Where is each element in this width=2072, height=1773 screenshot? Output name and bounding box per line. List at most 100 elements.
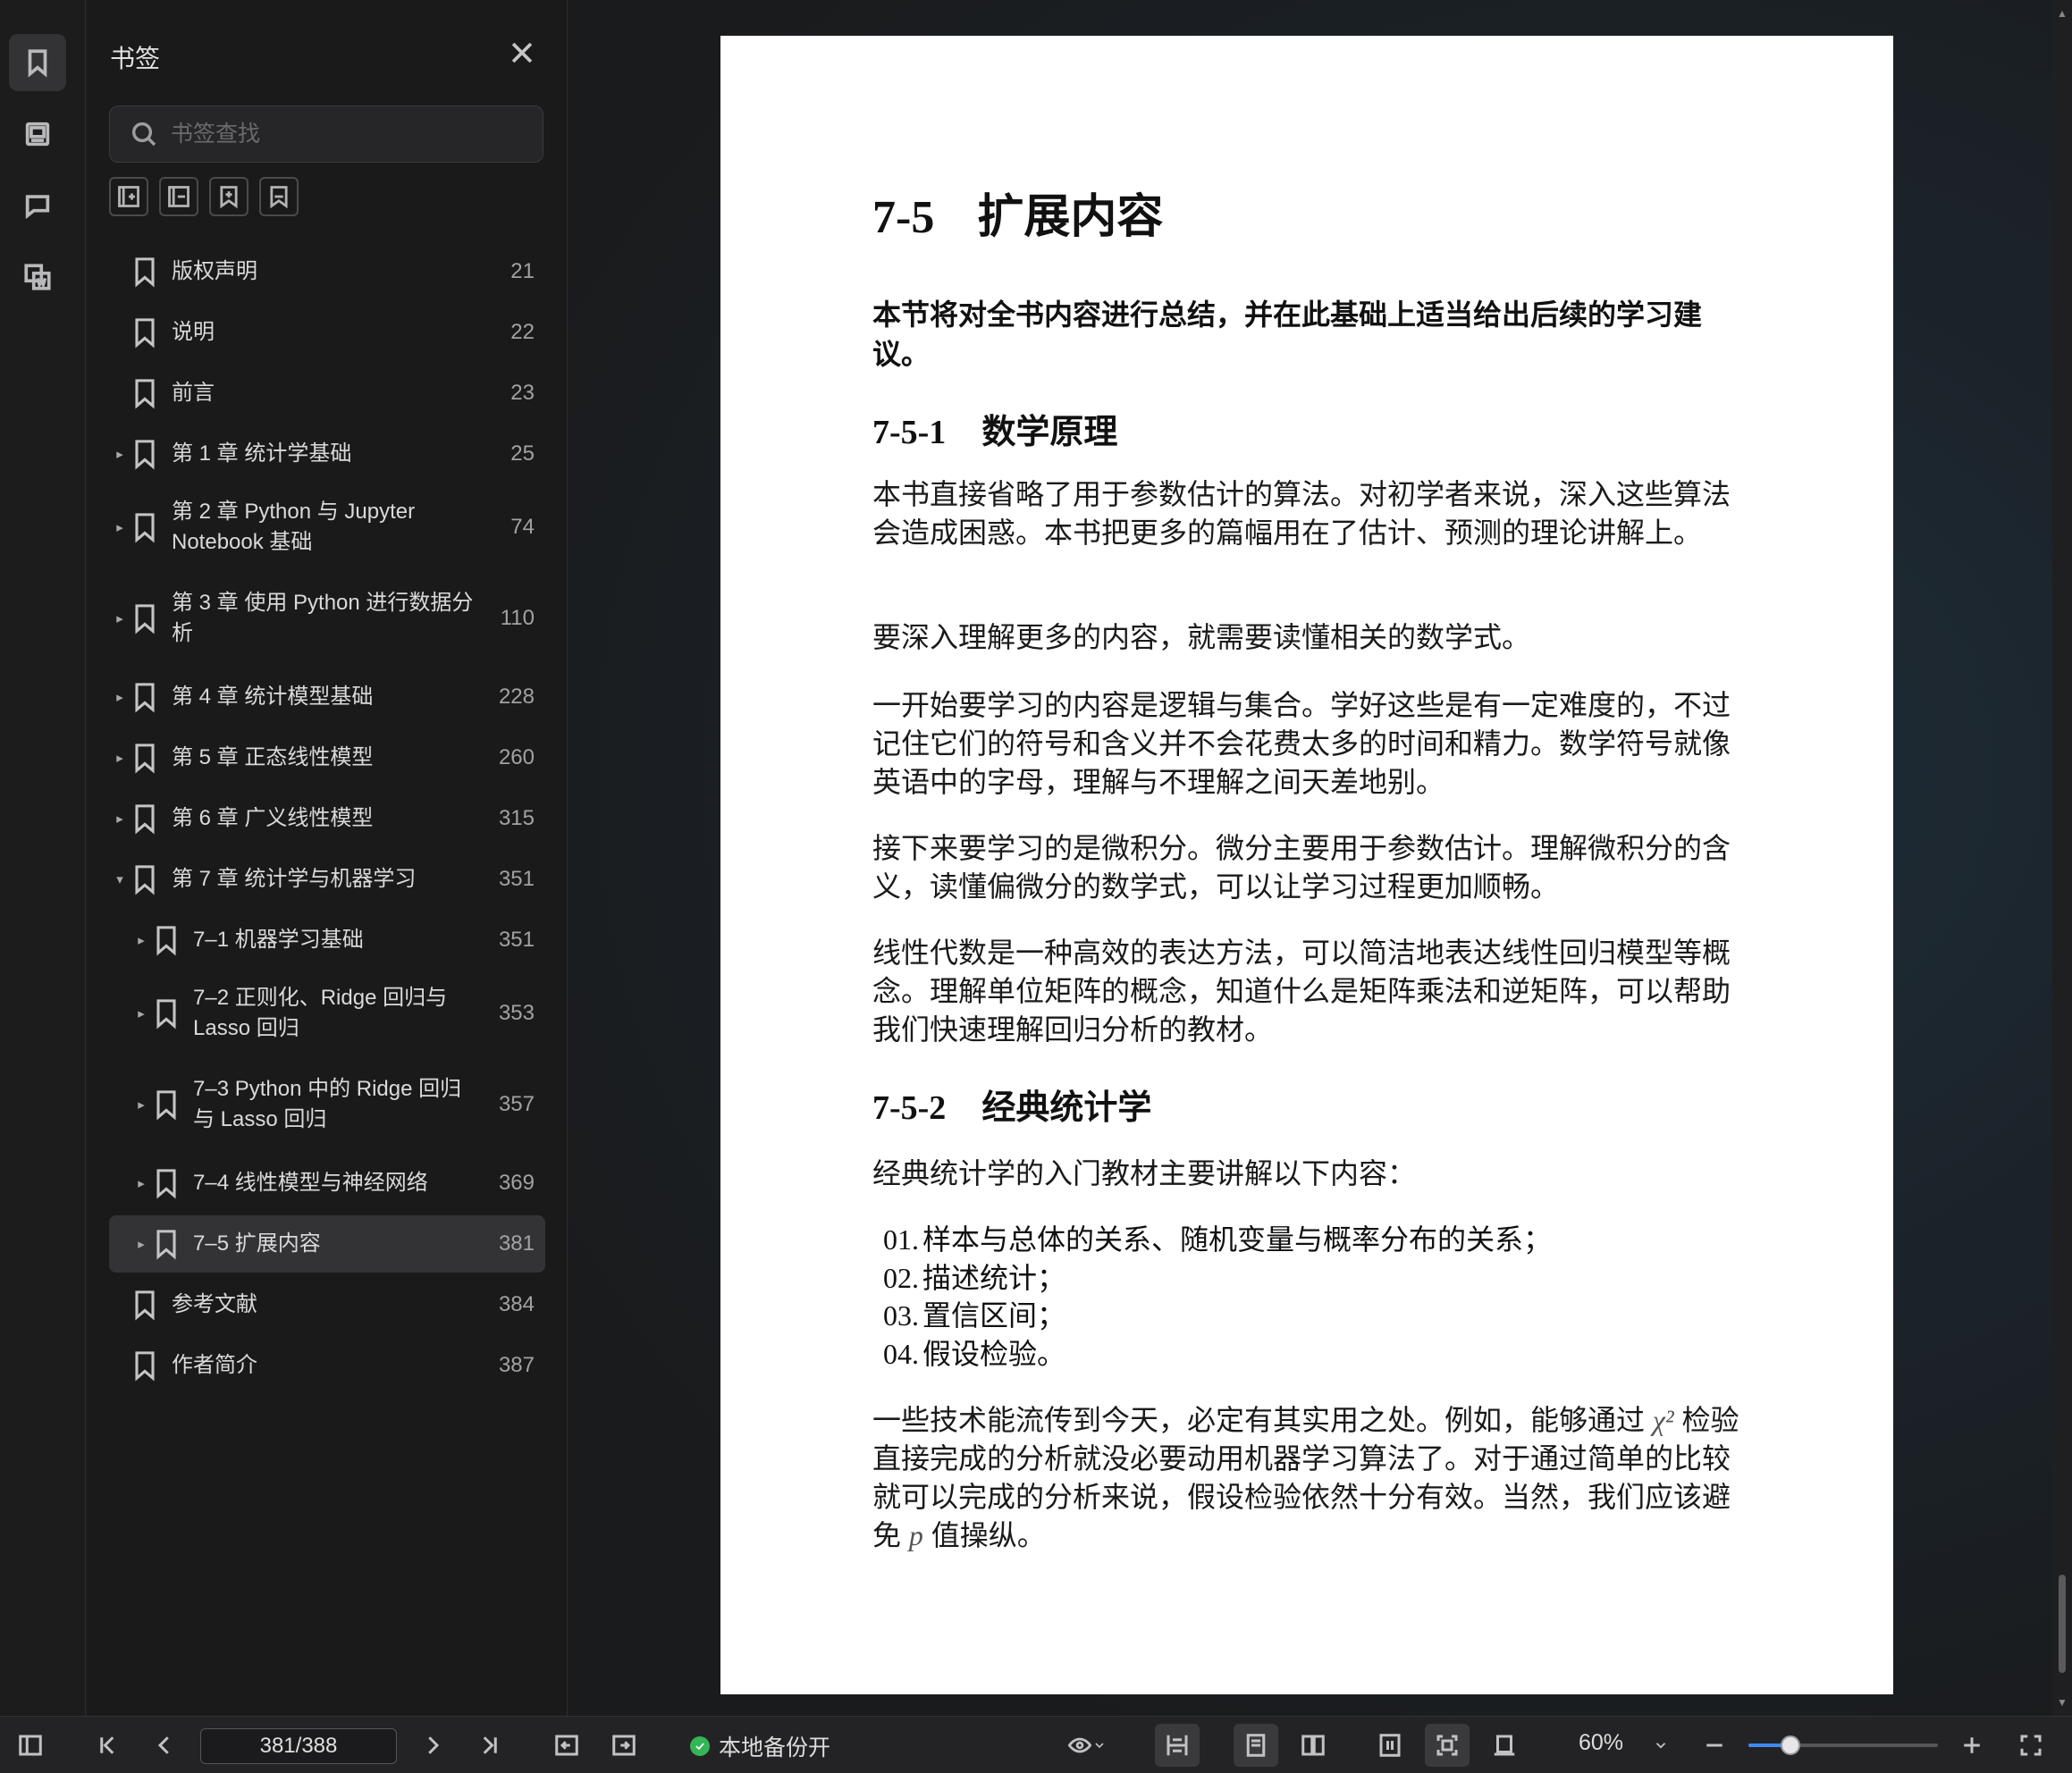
- zoom-slider[interactable]: [1748, 1735, 1938, 1755]
- bookmark-search[interactable]: [109, 105, 543, 163]
- paragraph: 经典统计学的入门教材主要讲解以下内容：: [872, 1157, 1417, 1189]
- expand-caret-icon[interactable]: ▸: [109, 519, 131, 535]
- bookmark-item[interactable]: ▸ 第 6 章 广义线性模型 315: [109, 790, 545, 847]
- single-page-mode-button[interactable]: [1234, 1724, 1278, 1767]
- bookmark-item[interactable]: ▸ 7–4 线性模型与神经网络 369: [109, 1155, 545, 1212]
- bookmark-item[interactable]: ▸ 第 1 章 统计学基础 25: [109, 425, 545, 483]
- history-back-button[interactable]: [547, 1717, 586, 1773]
- bookmark-panel-button[interactable]: [9, 34, 66, 91]
- collapse-all-button[interactable]: [159, 177, 198, 216]
- bookmark-search-input[interactable]: [171, 121, 510, 147]
- bookmark-label: 第 5 章 正态线性模型: [172, 745, 374, 769]
- bookmark-label: 前言: [172, 381, 215, 405]
- bookmark-item[interactable]: ▸ 7–1 机器学习基础 351: [109, 912, 545, 969]
- bookmark-item[interactable]: 前言 23: [109, 365, 545, 422]
- bookmark-item[interactable]: 版权声明 21: [109, 243, 545, 300]
- expand-caret-icon[interactable]: ▸: [109, 811, 131, 827]
- bookmark-item[interactable]: 说明 22: [109, 304, 545, 361]
- bookmark-icon: [131, 256, 159, 288]
- next-page-button[interactable]: [413, 1717, 452, 1773]
- left-rail: [0, 0, 86, 1716]
- fit-page-button[interactable]: [1425, 1724, 1470, 1767]
- subsection-heading: 7-5-1 数学原理: [872, 404, 1117, 453]
- zoom-dropdown-button[interactable]: [1643, 1717, 1679, 1773]
- close-panel-button[interactable]: [507, 38, 537, 68]
- bookmark-item[interactable]: 作者简介 387: [109, 1337, 545, 1394]
- comment-panel-button[interactable]: [9, 177, 66, 234]
- image-panel-button[interactable]: [9, 105, 66, 163]
- section-lead: 本节将对全书内容进行总结，并在此基础上适当给出后续的学习建议。: [872, 298, 1703, 370]
- eye-comfort-button[interactable]: [1058, 1717, 1116, 1773]
- scroll-up-icon[interactable]: ▲: [2057, 7, 2068, 20]
- vertical-scrollbar[interactable]: ▲ ▼: [2052, 0, 2072, 1716]
- bookmark-label: 说明: [172, 320, 215, 344]
- list-item: 02. 描述统计；: [883, 1261, 1066, 1294]
- history-forward-button[interactable]: [604, 1717, 644, 1773]
- toggle-sidebar-button[interactable]: [11, 1717, 50, 1773]
- expand-caret-icon[interactable]: ▸: [131, 1005, 152, 1021]
- add-bookmark-button[interactable]: [209, 177, 248, 216]
- numbered-list: 01. 样本与总体的关系、随机变量与概率分布的关系； 02. 描述统计； 03. 置信…: [883, 1221, 1552, 1373]
- expand-caret-icon[interactable]: ▸: [131, 1175, 152, 1191]
- bookmark-label: 作者简介: [172, 1353, 257, 1377]
- bookmark-item[interactable]: ▸ 7–3 Python 中的 Ridge 回归与 Lasso 回归 357: [109, 1063, 545, 1146]
- expand-caret-icon[interactable]: ▸: [109, 689, 131, 705]
- expand-all-button[interactable]: [109, 177, 148, 216]
- paragraph: 本书直接省略了用于参数估计的算法。对初学者来说，深入这些算法会造成困惑。本书把更…: [872, 478, 1731, 549]
- minus-icon: [1706, 1744, 1722, 1747]
- last-page-button[interactable]: [470, 1717, 510, 1773]
- history-back-icon: [555, 1735, 578, 1756]
- bookmark-item[interactable]: ▸ 第 5 章 正态线性模型 260: [109, 729, 545, 786]
- bookmark-page-number: 351: [498, 928, 535, 952]
- bookmark-label: 第 6 章 广义线性模型: [172, 806, 374, 830]
- scroll-down-icon[interactable]: ▼: [2057, 1696, 2068, 1709]
- first-page-button[interactable]: [88, 1717, 127, 1773]
- crop-page-button[interactable]: [1482, 1717, 1527, 1773]
- bookmark-label: 7–5 扩展内容: [193, 1231, 321, 1256]
- page-number-input[interactable]: [200, 1728, 397, 1764]
- prev-page-button[interactable]: [145, 1717, 184, 1773]
- fullscreen-button[interactable]: [2011, 1717, 2051, 1773]
- bookmark-item[interactable]: ▸ 第 4 章 统计模型基础 228: [109, 668, 545, 726]
- fullscreen-icon: [2020, 1735, 2042, 1756]
- expand-caret-icon[interactable]: ▸: [109, 750, 131, 766]
- thumbnail-panel-button[interactable]: [9, 248, 66, 306]
- expand-caret-icon[interactable]: ▸: [131, 1236, 152, 1252]
- expand-caret-icon[interactable]: ▾: [109, 871, 131, 887]
- p-symbol: p: [908, 1519, 923, 1551]
- expand-caret-icon[interactable]: ▸: [131, 932, 152, 948]
- bookmark-label: 第 3 章 使用 Python 进行数据分析: [172, 591, 474, 645]
- continuous-mode-button[interactable]: [1368, 1717, 1412, 1773]
- zoom-slider-knob[interactable]: [1780, 1735, 1800, 1755]
- bookmark-label: 7–1 机器学习基础: [193, 928, 364, 952]
- bookmark-item[interactable]: ▸ 7–5 扩展内容 381: [109, 1215, 545, 1273]
- bookmark-icon: [131, 1289, 159, 1321]
- list-item: 01. 样本与总体的关系、随机变量与概率分布的关系；: [883, 1223, 1553, 1256]
- eye-icon: [1067, 1737, 1092, 1753]
- fit-width-mode-button[interactable]: [1155, 1724, 1200, 1767]
- bookmark-item[interactable]: 参考文献 384: [109, 1276, 545, 1333]
- bookmark-item[interactable]: ▾ 第 7 章 统计学与机器学习 351: [109, 851, 545, 908]
- expand-caret-icon[interactable]: ▸: [109, 446, 131, 462]
- zoom-in-button[interactable]: [1952, 1717, 1992, 1773]
- scroll-thumb[interactable]: [2059, 1575, 2066, 1673]
- local-backup-status[interactable]: 本地备份开: [690, 1730, 830, 1762]
- bookmark-page-number: 25: [510, 441, 535, 466]
- expand-caret-icon[interactable]: ▸: [131, 1097, 152, 1113]
- single-page-icon: [1246, 1734, 1266, 1757]
- bookmark-item[interactable]: ▸ 第 2 章 Python 与 Jupyter Notebook 基础 74: [109, 486, 545, 568]
- bookmark-item[interactable]: ▸ 第 3 章 使用 Python 进行数据分析 110: [109, 577, 545, 660]
- sidebar-toggle-icon: [19, 1735, 42, 1756]
- backup-status-icon: [690, 1736, 710, 1756]
- bookmark-page-number: 384: [498, 1292, 535, 1316]
- bookmark-item[interactable]: ▸ 7–2 正则化、Ridge 回归与 Lasso 回归 353: [109, 972, 545, 1055]
- zoom-out-button[interactable]: [1695, 1717, 1734, 1773]
- expand-caret-icon[interactable]: ▸: [109, 610, 131, 626]
- document-viewport[interactable]: 7-5 扩展内容 本节将对全书内容进行总结，并在此基础上适当给出后续的学习建议。 …: [569, 0, 2052, 1716]
- two-page-mode-button[interactable]: [1291, 1717, 1335, 1773]
- list-item: 03. 置信区间；: [883, 1299, 1066, 1332]
- bookmark-label: 第 1 章 统计学基础: [172, 441, 352, 466]
- bookmark-outline-button[interactable]: [259, 177, 299, 216]
- bookmark-page-number: 74: [510, 515, 535, 539]
- bookmark-icon: [131, 316, 159, 349]
